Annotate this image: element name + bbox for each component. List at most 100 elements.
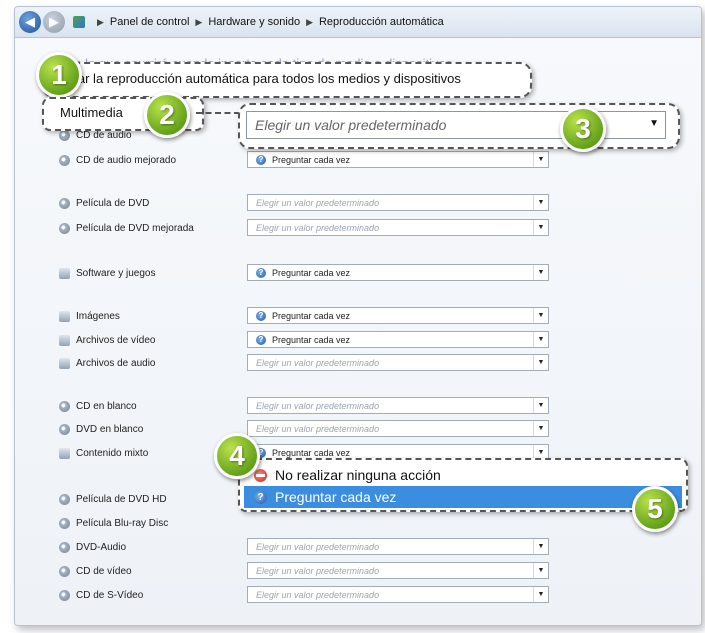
breadcrumb-separator-icon: ▶ xyxy=(97,16,104,27)
help-icon: ? xyxy=(254,490,267,504)
row-label: CD en blanco xyxy=(59,401,137,412)
dropdown-arrow-icon[interactable]: ▼ xyxy=(533,398,548,413)
dropdown-arrow-icon[interactable]: ▼ xyxy=(533,421,548,436)
row-label: DVD en blanco xyxy=(59,424,143,435)
dropdown-arrow-icon[interactable]: ▼ xyxy=(533,195,548,210)
step-badge: 2 xyxy=(144,92,190,138)
step-badge: 1 xyxy=(36,52,82,98)
row-label: DVD-Audio xyxy=(59,542,126,553)
options-menu: No realizar ninguna acción ? Preguntar c… xyxy=(238,458,688,512)
row-label: CD de S-Vídeo xyxy=(59,590,143,601)
address-bar: ◀ ▶ ▶ Panel de control ▶ Hardware y soni… xyxy=(15,7,701,38)
setting-row: DVD en blanco Elegir un valor predetermi… xyxy=(15,420,701,442)
step-badge: 5 xyxy=(632,486,678,532)
disc-icon xyxy=(59,590,70,601)
software-icon xyxy=(59,268,70,279)
step-badge: 3 xyxy=(560,106,606,152)
breadcrumb: ▶ Panel de control ▶ Hardware y sonido ▶… xyxy=(73,16,444,28)
setting-row: Película de DVD Elegir un valor predeter… xyxy=(15,194,701,216)
no-action-icon xyxy=(254,468,267,482)
video-file-icon xyxy=(59,335,70,346)
row-label: Archivos de audio xyxy=(59,358,156,369)
connector-line xyxy=(196,112,240,114)
zoomed-dropdown-callout: Elegir un valor predeterminado ▼ xyxy=(238,103,680,149)
dropdown-arrow-icon[interactable]: ▼ xyxy=(533,563,548,578)
breadcrumb-item[interactable]: Reproducción automática xyxy=(319,16,444,28)
breadcrumb-separator-icon: ▶ xyxy=(306,16,313,27)
setting-row: CD de audio mejorado ? Preguntar cada vez… xyxy=(15,151,701,173)
row-label: Película de DVD xyxy=(59,198,149,209)
mixed-content-icon xyxy=(59,448,70,459)
dropdown-arrow-icon[interactable]: ▼ xyxy=(533,539,548,554)
dropdown-arrow-icon[interactable]: ▼ xyxy=(533,265,548,280)
row-label: Película Blu-ray Disc xyxy=(59,518,168,529)
dropdown-arrow-icon[interactable]: ▼ xyxy=(533,220,548,235)
disc-icon xyxy=(59,424,70,435)
row-label: CD de audio xyxy=(59,130,132,141)
row-label: Película de DVD HD xyxy=(59,494,167,505)
autoplay-checkbox-label: Usar la reproducción automática para tod… xyxy=(62,71,461,86)
dvd-icon xyxy=(59,494,70,505)
setting-row: CD de vídeo Elegir un valor predetermina… xyxy=(15,562,701,584)
setting-row: Película de DVD mejorada Elegir un valor… xyxy=(15,219,701,241)
action-dropdown[interactable]: Elegir un valor predeterminado ▼ xyxy=(247,562,549,579)
dropdown-arrow-icon[interactable]: ▼ xyxy=(533,332,548,347)
help-icon: ? xyxy=(256,310,266,321)
action-dropdown[interactable]: Elegir un valor predeterminado ▼ xyxy=(247,354,549,371)
action-dropdown[interactable]: Elegir un valor predeterminado ▼ xyxy=(247,194,549,211)
disc-icon xyxy=(59,566,70,577)
action-dropdown[interactable]: Elegir un valor predeterminado ▼ xyxy=(247,420,549,437)
row-label: Contenido mixto xyxy=(59,448,148,459)
setting-row: Archivos de vídeo ? Preguntar cada vez ▼ xyxy=(15,331,701,353)
help-icon: ? xyxy=(256,154,266,165)
row-label: Software y juegos xyxy=(59,268,156,279)
dropdown-arrow-icon[interactable]: ▼ xyxy=(649,118,659,129)
step-badge: 4 xyxy=(214,433,260,479)
section-heading: Multimedia xyxy=(60,105,123,120)
row-label: Archivos de vídeo xyxy=(59,335,156,346)
dropdown-arrow-icon[interactable]: ▼ xyxy=(533,587,548,602)
setting-row: DVD-Audio Elegir un valor predeterminado… xyxy=(15,538,701,560)
setting-row: CD en blanco Elegir un valor predetermin… xyxy=(15,397,701,419)
control-panel-icon xyxy=(73,16,85,28)
row-label: Imágenes xyxy=(59,311,120,322)
action-dropdown[interactable]: Elegir un valor predeterminado ▼ xyxy=(247,397,549,414)
row-label: CD de vídeo xyxy=(59,566,132,577)
disc-icon xyxy=(59,542,70,553)
help-icon: ? xyxy=(256,334,266,345)
disc-icon xyxy=(59,155,70,166)
action-dropdown[interactable]: ? Preguntar cada vez ▼ xyxy=(247,151,549,168)
setting-row: Película Blu-ray Disc xyxy=(15,514,701,536)
breadcrumb-item[interactable]: Panel de control xyxy=(110,16,190,28)
action-dropdown[interactable]: ? Preguntar cada vez ▼ xyxy=(247,307,549,324)
bluray-icon xyxy=(59,518,70,529)
action-dropdown[interactable]: Elegir un valor predeterminado ▼ xyxy=(247,219,549,236)
autoplay-checkbox-callout[interactable]: Usar la reproducción automática para tod… xyxy=(42,62,532,98)
dvd-icon xyxy=(59,198,70,209)
breadcrumb-item[interactable]: Hardware y sonido xyxy=(208,16,300,28)
audio-file-icon xyxy=(59,358,70,369)
setting-row: Imágenes ? Preguntar cada vez ▼ xyxy=(15,307,701,329)
disc-icon xyxy=(59,401,70,412)
image-icon xyxy=(59,311,70,322)
setting-row: CD de S-Vídeo Elegir un valor predetermi… xyxy=(15,586,701,608)
dropdown-arrow-icon[interactable]: ▼ xyxy=(533,152,548,167)
help-icon: ? xyxy=(256,267,266,278)
row-label: CD de audio mejorado xyxy=(59,155,176,166)
back-button[interactable]: ◀ xyxy=(19,11,41,33)
disc-icon xyxy=(59,130,70,141)
row-label: Película de DVD mejorada xyxy=(59,223,194,234)
dropdown-arrow-icon[interactable]: ▼ xyxy=(533,355,548,370)
dropdown-value: Elegir un valor predeterminado xyxy=(255,117,447,133)
forward-button[interactable]: ▶ xyxy=(43,11,65,33)
menu-item-ask-each-time[interactable]: ? Preguntar cada vez xyxy=(244,486,682,508)
dvd-icon xyxy=(59,223,70,234)
breadcrumb-separator-icon: ▶ xyxy=(195,16,203,27)
menu-item-no-action[interactable]: No realizar ninguna acción xyxy=(244,464,682,486)
action-dropdown[interactable]: ? Preguntar cada vez ▼ xyxy=(247,331,549,348)
action-dropdown[interactable]: ? Preguntar cada vez ▼ xyxy=(247,264,549,281)
dropdown-arrow-icon[interactable]: ▼ xyxy=(533,308,548,323)
setting-row: Software y juegos ? Preguntar cada vez ▼ xyxy=(15,264,701,286)
action-dropdown[interactable]: Elegir un valor predeterminado ▼ xyxy=(247,586,549,603)
action-dropdown[interactable]: Elegir un valor predeterminado ▼ xyxy=(247,538,549,555)
